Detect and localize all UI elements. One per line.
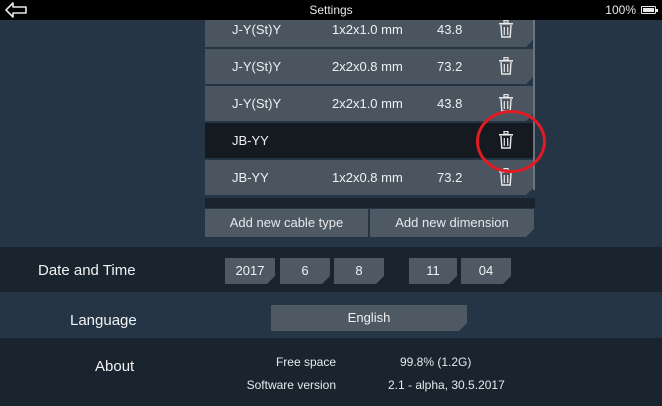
cable-row[interactable]: J-Y(St)Y 2x2x0.8 mm 73.2: [205, 49, 535, 84]
trash-icon[interactable]: [498, 131, 514, 149]
cable-type: JB-YY: [232, 170, 269, 185]
screen-title: Settings: [309, 3, 353, 17]
trash-icon[interactable]: [498, 94, 514, 112]
cable-type: J-Y(St)Y: [232, 59, 282, 74]
add-dimension-button[interactable]: Add new dimension: [370, 209, 534, 237]
free-space-label: Free space: [275, 355, 336, 369]
status-bar: Settings 100%: [0, 0, 662, 20]
language-row: Language English: [0, 296, 662, 338]
date-time-label: Date and Time: [38, 262, 136, 279]
cable-row-selected[interactable]: JB-YY: [205, 123, 535, 158]
minute-field[interactable]: 04: [461, 258, 511, 284]
cable-value: 73.2: [437, 59, 463, 74]
date-time-row: Date and Time 2017 6 8 11 04: [0, 247, 662, 292]
cable-type: JB-YY: [232, 133, 269, 148]
trash-icon[interactable]: [498, 20, 514, 38]
cable-row[interactable]: J-Y(St)Y 1x2x1.0 mm 43.8: [205, 20, 535, 47]
day-field[interactable]: 8: [334, 258, 384, 284]
cable-row[interactable]: J-Y(St)Y 2x2x1.0 mm 43.8: [205, 86, 535, 121]
hour-field[interactable]: 11: [409, 258, 457, 284]
battery-percent: 100%: [605, 3, 636, 17]
cable-value: 43.8: [437, 96, 463, 111]
add-cable-type-button[interactable]: Add new cable type: [205, 209, 368, 237]
month-field[interactable]: 6: [280, 258, 330, 284]
about-label: About: [95, 358, 135, 375]
cable-dimension: 2x2x1.0 mm: [332, 96, 403, 111]
cable-type: J-Y(St)Y: [232, 22, 282, 37]
battery-icon: [641, 6, 658, 14]
cable-type: J-Y(St)Y: [232, 96, 282, 111]
cable-dimension: 1x2x0.8 mm: [332, 170, 403, 185]
list-scrollbar[interactable]: [533, 20, 535, 190]
cable-dimension: 1x2x1.0 mm: [332, 22, 403, 37]
about-row: About Free space 99.8% (1.2G) Software v…: [0, 338, 662, 406]
free-space-value: 99.8% (1.2G): [400, 355, 472, 369]
cable-dimension: 2x2x0.8 mm: [332, 59, 403, 74]
software-version-value: 2.1 - alpha, 30.5.2017: [388, 378, 505, 392]
trash-icon[interactable]: [498, 168, 514, 186]
cable-row[interactable]: JB-YY 1x2x0.8 mm 73.2: [205, 160, 535, 195]
list-end: [205, 198, 535, 208]
language-label: Language: [70, 312, 137, 329]
language-select[interactable]: English: [271, 305, 467, 331]
cable-value: 73.2: [437, 170, 463, 185]
year-field[interactable]: 2017: [225, 258, 275, 284]
software-version-label: Software version: [246, 378, 336, 392]
cable-list[interactable]: J-Y(St)Y 1x2x1.0 mm 43.8 J-Y(St)Y 2x2x0.…: [205, 20, 535, 208]
trash-icon[interactable]: [498, 57, 514, 75]
cable-value: 43.8: [437, 22, 463, 37]
